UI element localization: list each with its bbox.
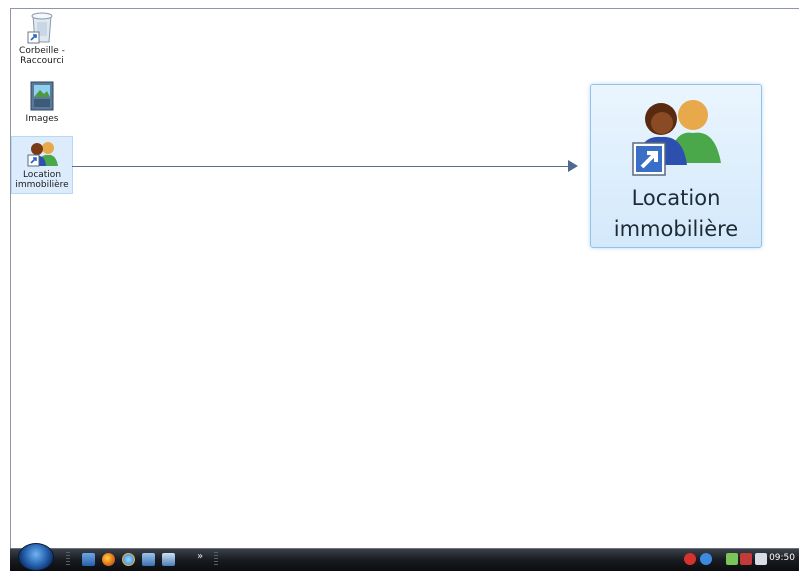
desktop-icon-images[interactable]: Images [11,80,73,124]
icon-label-line2: Raccourci [20,56,64,66]
icon-label-line1: Location [22,170,62,180]
antivirus-icon[interactable] [700,553,712,565]
zoomed-icon-callout: Location immobilière [590,84,762,248]
recycle-bin-icon [27,12,53,44]
icon-label-line2: immobilière [15,180,69,190]
network-disconnected-icon[interactable] [740,553,752,565]
volume-icon[interactable] [755,553,767,565]
internet-explorer-icon[interactable] [122,553,135,566]
taskbar: » 09:50 [10,543,799,571]
show-desktop-icon[interactable] [82,553,95,566]
power-icon[interactable] [726,553,738,565]
desktop-icon-recycle-bin[interactable]: Corbeille - Raccourci [11,10,73,66]
users-shortcut-icon-large [632,100,721,176]
remote-desktop-icon[interactable] [162,553,175,566]
clock[interactable]: 09:50 [769,553,795,563]
callout-label-line2: immobilière [613,217,739,241]
pictures-folder-icon [30,81,54,111]
taskbar-grip [214,552,218,567]
security-alert-icon[interactable] [684,553,696,565]
icon-label-line1: Images [25,114,59,124]
callout-arrow-line [72,166,568,167]
users-shortcut-icon [27,142,58,167]
firefox-icon[interactable] [102,553,115,566]
start-button[interactable] [18,543,54,571]
quicklaunch-more-button[interactable]: » [197,551,203,562]
callout-label-line1: Location [631,186,721,210]
switch-windows-icon[interactable] [142,553,155,566]
taskbar-grip [66,552,70,567]
desktop-icon-location-immobiliere[interactable]: Location immobilière [11,136,73,194]
callout-arrow-head [568,160,578,172]
icon-label-line1: Corbeille - [19,46,65,56]
